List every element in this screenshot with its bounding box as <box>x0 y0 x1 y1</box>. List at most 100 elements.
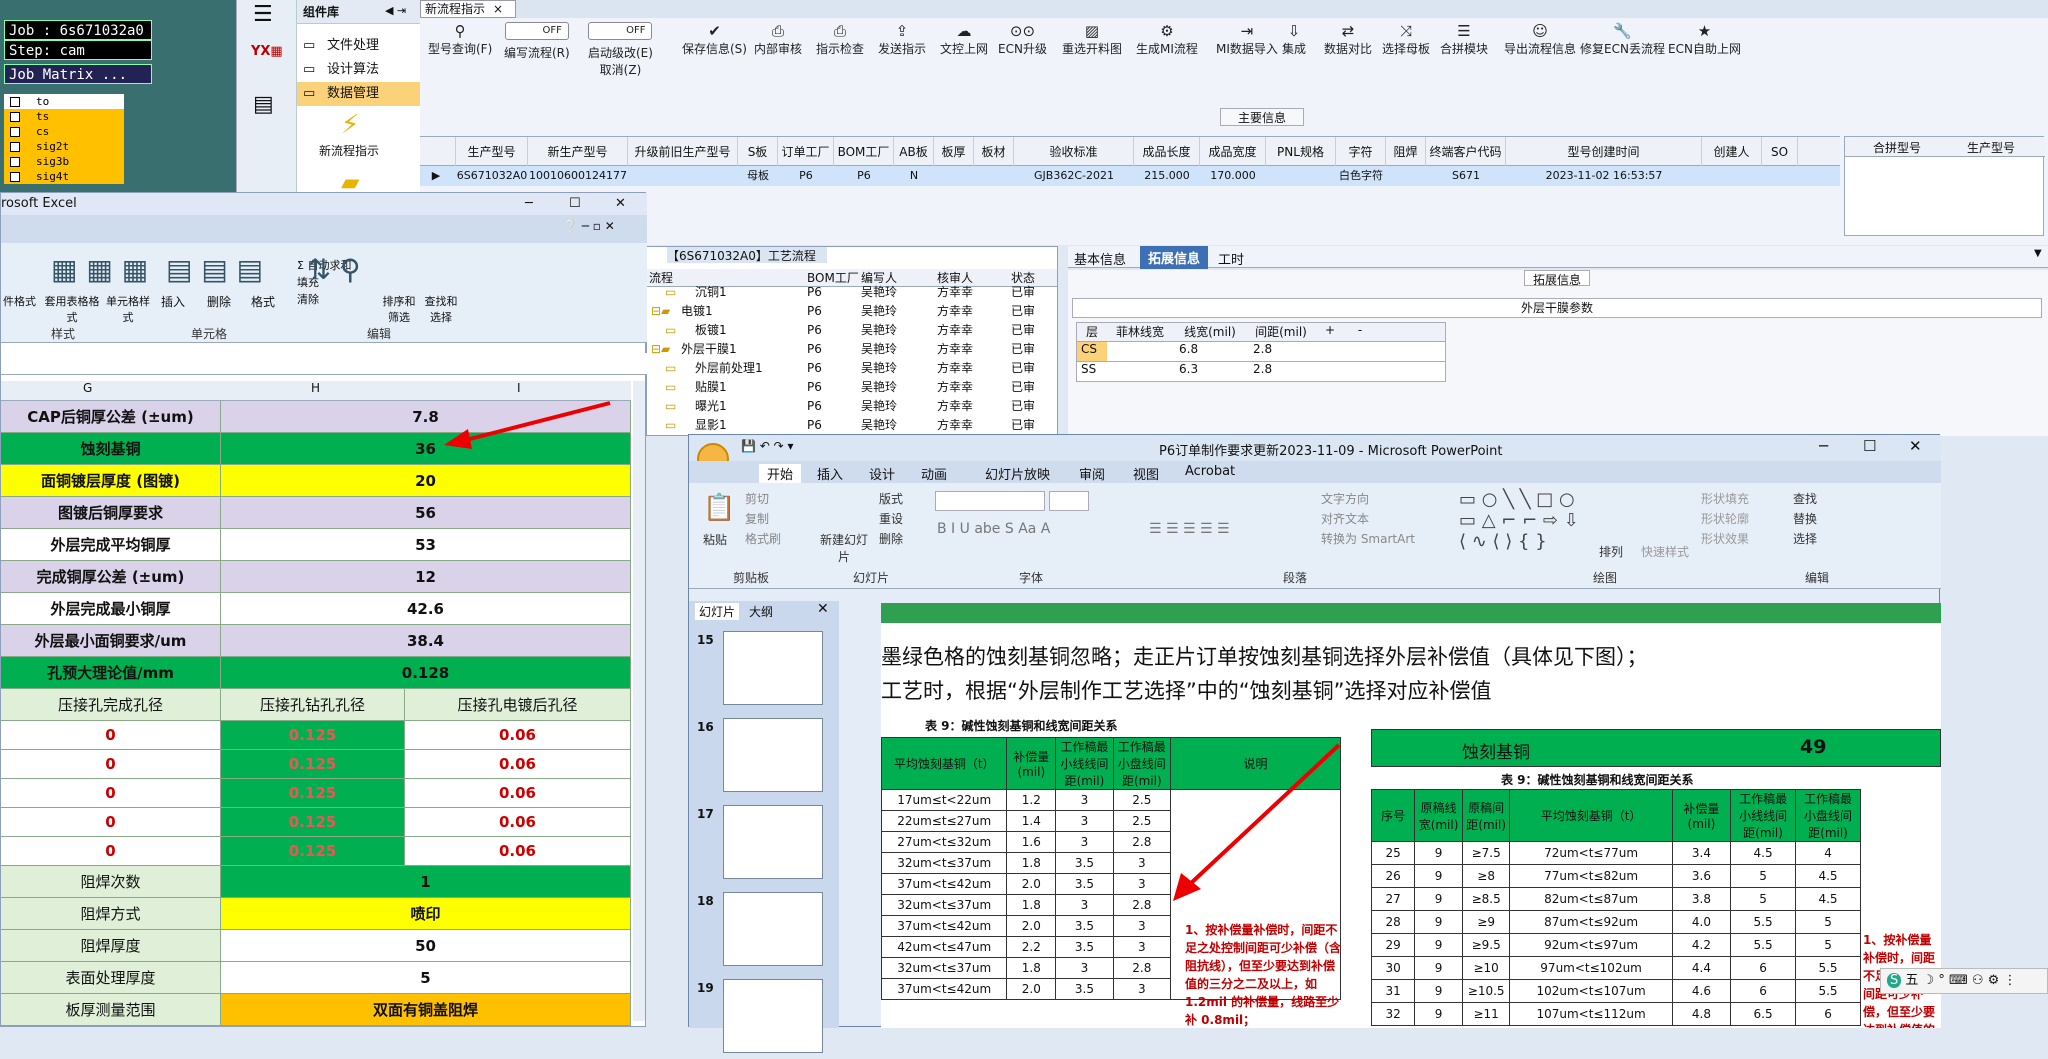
font-size-select[interactable] <box>1049 491 1089 511</box>
sheet-cell[interactable]: 0.125 <box>221 837 405 866</box>
sheet-cell[interactable]: 0.128 <box>221 657 631 689</box>
column-header[interactable]: 新生产型号 <box>528 137 628 167</box>
layer-item[interactable]: sig4t <box>4 169 124 184</box>
sheet-cell[interactable]: 0 <box>1 779 221 808</box>
layer-list[interactable]: to ts cs sig2t sig3b sig4t <box>4 94 124 184</box>
help-icon[interactable]: ❔ ─ ▫ ✕ <box>563 219 615 233</box>
table-row[interactable]: ▭ 外层前处理1 P6 吴艳玲 方幸幸 已审 <box>647 359 1047 378</box>
table-row[interactable]: ▭ 曝光1 P6 吴艳玲 方幸幸 已审 <box>647 397 1047 416</box>
shape-fill-button[interactable]: 形状填充 <box>1701 489 1749 509</box>
font-name-select[interactable] <box>935 491 1045 511</box>
sheet-cell[interactable]: 50 <box>221 930 631 962</box>
sheet-cell[interactable]: 38.4 <box>221 625 631 657</box>
sheet-row[interactable]: 阻焊厚度 50 <box>1 930 631 962</box>
sheet-cell[interactable]: 板厚测量范围 <box>1 994 221 1026</box>
toolbar-button[interactable]: ☰ 合拼模块 <box>1440 22 1488 57</box>
pin-icon[interactable]: ◀ ⇥ <box>385 4 406 17</box>
text-direction-button[interactable]: 文字方向 <box>1321 489 1415 509</box>
tab-outline[interactable]: 大纲 <box>749 603 773 620</box>
sheet-cell[interactable]: CAP后铜厚公差 (±um) <box>1 401 221 433</box>
ppt-tab[interactable]: 视图 <box>1133 464 1159 483</box>
find-select-button[interactable]: 查找和选择 <box>421 293 461 325</box>
slide-thumbnail[interactable]: 19 <box>693 979 833 1059</box>
sheet-row[interactable]: 0 0.125 0.06 <box>1 750 631 779</box>
sheet-row[interactable]: 0 0.125 0.06 <box>1 837 631 866</box>
align-text-button[interactable]: 对齐文本 <box>1321 509 1415 529</box>
ppt-tab[interactable]: 动画 <box>921 464 947 483</box>
toolbar-button[interactable]: ⇪ 发送指示 <box>878 22 926 57</box>
quick-style-button[interactable]: 快速样式 <box>1641 543 1689 560</box>
table-row[interactable]: ▭ 沉铜1 P6 吴艳玲 方幸幸 已审 <box>647 283 1047 302</box>
sheet-cell[interactable]: 0.06 <box>405 721 631 750</box>
grid-cell[interactable]: P6 <box>834 166 894 186</box>
sheet-cell[interactable]: 42.6 <box>221 593 631 625</box>
slide-thumbnail[interactable]: 17 <box>693 805 833 885</box>
column-header[interactable]: 成品长度 <box>1134 137 1200 167</box>
sheet-row[interactable]: 0 0.125 0.06 <box>1 808 631 837</box>
sheet-cell[interactable]: 0 <box>1 837 221 866</box>
layer-item[interactable]: sig3b <box>4 154 124 169</box>
ime-icons[interactable]: ☽ ° ⌨ ⚇ ⚙ ⋮ <box>1923 973 2017 988</box>
sheet-cell[interactable]: 0.06 <box>405 779 631 808</box>
layer-item[interactable]: sig2t <box>4 139 124 154</box>
sheet-cell[interactable]: 外层完成平均铜厚 <box>1 529 221 561</box>
sheet-cell[interactable]: 面铜镀层厚度 (图镀) <box>1 465 221 497</box>
sheet-cell[interactable]: 0 <box>1 750 221 779</box>
delete-slide-button[interactable]: 删除 <box>879 529 903 549</box>
grid-cell[interactable] <box>1762 166 1798 186</box>
ppt-tab[interactable]: 插入 <box>817 464 843 483</box>
checkbox-icon[interactable] <box>10 171 20 182</box>
sheet-row[interactable]: 阻焊次数 1 <box>1 866 631 898</box>
sheet-cell[interactable]: 表面处理厚度 <box>1 962 221 994</box>
slide-thumbnail[interactable]: 18 <box>693 892 833 972</box>
grid-cell[interactable]: N <box>894 166 934 186</box>
calculator-icon[interactable]: ▤ <box>253 92 274 117</box>
column-header[interactable]: 订单工厂 <box>778 137 834 167</box>
toolbar-button[interactable]: OFF 编写流程(R) <box>504 22 570 61</box>
insert-button[interactable]: 插入 <box>161 293 185 310</box>
clear-button[interactable]: 清除 <box>297 291 351 308</box>
find-button[interactable]: 查找 <box>1793 489 1817 509</box>
sheet-cell[interactable]: 0 <box>1 721 221 750</box>
ime-toolbar[interactable]: S 五 ☽ ° ⌨ ⚇ ⚙ ⋮ <box>1880 968 2048 994</box>
ppt-tab[interactable]: 设计 <box>869 464 895 483</box>
close-icon[interactable]: ✕ <box>817 601 829 617</box>
sheet-cell[interactable]: 压接孔钻孔孔径 <box>221 689 405 721</box>
format-painter-button[interactable]: 格式刷 <box>745 529 781 549</box>
grid-cell[interactable] <box>1266 166 1336 186</box>
sheet-row[interactable]: 0 0.125 0.06 <box>1 721 631 750</box>
column-header[interactable]: 终端客户代码 <box>1426 137 1506 167</box>
formula-bar[interactable] <box>1 353 647 375</box>
sheet-row[interactable]: 外层完成平均铜厚 53 <box>1 529 631 561</box>
tab-basic-info[interactable]: 基本信息 <box>1074 249 1126 268</box>
sheet-cell[interactable]: 0.06 <box>405 837 631 866</box>
sheet-cell[interactable]: 0.125 <box>221 779 405 808</box>
sort-filter-button[interactable]: 排序和筛选 <box>379 293 419 325</box>
paste-icon[interactable]: 📋 <box>703 493 735 523</box>
toolbar-button[interactable]: ⚙ 生成MI流程 <box>1136 22 1198 57</box>
sheet-cell[interactable]: 1 <box>221 866 631 898</box>
sheet-row[interactable]: 板厚测量范围 双面有铜盖阻焊 <box>1 994 631 1026</box>
delete-button[interactable]: 删除 <box>207 293 231 310</box>
sheet-cell[interactable]: 0.06 <box>405 808 631 837</box>
new-slide-button[interactable]: 新建幻灯片 <box>819 531 869 565</box>
checkbox-icon[interactable] <box>10 96 20 107</box>
grid-cell[interactable]: 6S671032A0 <box>456 166 528 186</box>
table-row[interactable]: ▭ 显影1 P6 吴艳玲 方幸幸 已审 <box>647 416 1047 433</box>
layer-item[interactable]: to <box>4 94 124 109</box>
table-format-button[interactable]: 套用表格格式 <box>41 293 103 325</box>
sheet-row[interactable]: 表面处理厚度 5 <box>1 962 631 994</box>
column-header[interactable]: 字符 <box>1336 137 1386 167</box>
layout-button[interactable]: 版式 <box>879 489 903 509</box>
ppt-tab[interactable]: Acrobat <box>1185 464 1235 479</box>
column-header[interactable]: BOM工厂 <box>834 137 894 167</box>
maximize-icon[interactable]: ☐ <box>569 193 581 215</box>
slide-thumbnail[interactable]: 16 <box>693 718 833 798</box>
sheet-row[interactable]: 外层完成最小铜厚 42.6 <box>1 593 631 625</box>
sheet-cell[interactable]: 图镀后铜厚要求 <box>1 497 221 529</box>
toolbar-button[interactable]: ☁ 文控上网 <box>940 22 988 57</box>
paste-button[interactable]: 粘贴 <box>703 531 727 548</box>
table-row[interactable]: CS 6.8 2.8 <box>1076 342 1446 362</box>
smartart-button[interactable]: 转换为 SmartArt <box>1321 529 1415 549</box>
toolbar-button[interactable]: ▨ 重选开料图 <box>1062 22 1122 57</box>
